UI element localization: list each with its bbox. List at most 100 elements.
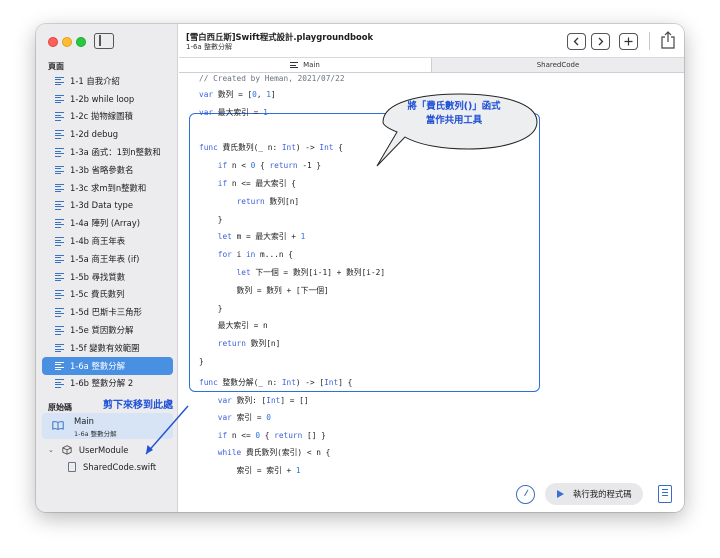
code-line[interactable]: return 數列[n] [199, 195, 300, 209]
lines-icon [55, 254, 64, 264]
module-cube-icon [62, 445, 72, 455]
page-subtitle: 1-6a 整數分解 [186, 43, 232, 51]
add-button[interactable] [619, 33, 638, 50]
sidebar-page-label: 1-2c 拋物線圖積 [70, 111, 133, 122]
sidebar-page-item[interactable]: 1-5f 變數有效範圍 [42, 339, 173, 357]
code-line[interactable]: } [199, 302, 223, 316]
code-line[interactable]: 最大索引 = n [199, 319, 268, 333]
code-line[interactable]: var 索引 = 0 [199, 411, 271, 425]
code-line[interactable]: var 數列: [Int] = [] [199, 394, 309, 408]
sidebar: 頁面 1-1 自我介紹 1-2b while loop 1-2c 拋物線圖積 1-2d… [36, 24, 178, 512]
sidebar-page-item[interactable]: 1-3b 省略參數名 [42, 161, 173, 179]
sidebar-page-item[interactable]: 1-4b 商王年表 [42, 232, 173, 250]
code-line[interactable]: 數列 = 數列 + [下一個] [199, 284, 329, 298]
shared-code-file-item[interactable]: SharedCode.swift [68, 459, 156, 475]
code-line[interactable]: return 數列[n] [199, 337, 281, 351]
source-main-subtitle: 1-6a 整數分解 [74, 430, 117, 438]
chevron-down-icon[interactable]: ⌄ [48, 446, 54, 454]
sidebar-page-item[interactable]: 1-5a 商王年表 (if) [42, 250, 173, 268]
sidebar-page-item[interactable]: 1-3d Data type [42, 197, 173, 215]
code-line[interactable]: func 費氏數列(_ n: Int) -> Int { [199, 141, 343, 155]
lines-icon [55, 290, 64, 299]
sidebar-page-item[interactable]: 1-4a 陣列 (Array) [42, 214, 173, 232]
close-window-button[interactable] [48, 37, 58, 47]
play-icon [557, 490, 564, 498]
code-line[interactable]: } [199, 213, 223, 227]
lines-icon [55, 94, 64, 104]
sidebar-toggle-icon[interactable] [94, 33, 114, 49]
code-line[interactable]: if n < 0 { return -1 } [199, 159, 321, 173]
bubble-line-2: 當作共用工具 [425, 115, 483, 126]
tab-shared-code[interactable]: SharedCode [432, 58, 684, 72]
code-line[interactable]: // Created by Heman, 2021/07/22 [199, 74, 345, 86]
sidebar-page-item[interactable]: 1-5c 費氏數列 [42, 286, 173, 304]
back-button[interactable] [567, 33, 586, 50]
chevron-right-icon [598, 37, 604, 46]
sidebar-page-item[interactable]: 1-2b while loop [42, 90, 173, 108]
sidebar-page-label: 1-3d Data type [70, 200, 134, 211]
user-module-item[interactable]: ⌄ UserModule [48, 442, 128, 458]
bubble-line-1: 將「費氏數列()」函式 [407, 101, 501, 112]
lines-icon [55, 201, 64, 210]
sidebar-page-item[interactable]: 1-2c 拋物線圖積 [42, 108, 173, 126]
lines-icon [55, 219, 64, 228]
zoom-window-button[interactable] [76, 37, 86, 47]
code-line[interactable]: } [199, 355, 204, 369]
lines-icon [55, 237, 64, 246]
share-icon[interactable] [660, 31, 676, 49]
sidebar-page-item[interactable]: 1-5d 巴斯卡三角形 [42, 303, 173, 321]
code-line[interactable]: let 下一個 = 數列[i-1] + 數列[i-2] [199, 266, 385, 280]
code-line[interactable]: let m = 最大索引 + 1 [199, 230, 306, 244]
toolbar-divider [649, 32, 650, 50]
page-list: 1-1 自我介紹 1-2b while loop 1-2c 拋物線圖積 1-2d de… [42, 72, 173, 392]
sidebar-page-label: 1-6a 整數分解 [70, 360, 125, 371]
document-icon[interactable] [658, 485, 672, 503]
code-line[interactable]: var 最大索引 = 1 [199, 106, 268, 120]
sidebar-page-item[interactable]: 1-2d debug [42, 125, 173, 143]
lines-icon [55, 379, 64, 388]
shared-code-file-label: SharedCode.swift [83, 462, 157, 472]
sidebar-page-item[interactable]: 1-5b 尋找質數 [42, 268, 173, 286]
sidebar-page-item[interactable]: 1-3c 求m到n整數和 [42, 179, 173, 197]
sidebar-page-item[interactable]: 1-6a 整數分解 [42, 356, 173, 375]
chevron-left-icon [573, 37, 579, 46]
sidebar-page-label: 1-1 自我介紹 [70, 75, 120, 86]
tab-main[interactable]: Main [179, 58, 432, 72]
sidebar-page-item[interactable]: 1-6b 整數分解 2 [42, 375, 173, 393]
source-main-title: Main [74, 416, 94, 426]
lines-icon [55, 361, 64, 371]
speed-gauge-icon[interactable] [516, 485, 535, 504]
code-line[interactable]: while 費氏數列(索引) < n { [199, 446, 331, 460]
code-line[interactable]: if n <= 最大索引 { [199, 177, 296, 191]
lines-icon [55, 165, 64, 175]
code-line[interactable]: var 數列 = [0, 1] [199, 88, 276, 102]
tab-shared-code-label: SharedCode [536, 61, 580, 69]
lines-icon [55, 130, 64, 139]
lines-icon [55, 112, 64, 121]
lines-icon [55, 272, 64, 282]
lines-icon [55, 326, 64, 335]
sidebar-page-label: 1-4b 商王年表 [70, 236, 126, 247]
code-line[interactable]: for i in m...n { [199, 248, 293, 262]
code-line[interactable]: 索引 = 索引 + 1 [199, 464, 301, 478]
code-line[interactable]: func 整數分解(_ n: Int) -> [Int] { [199, 376, 352, 390]
run-my-code-label: 執行我的程式碼 [573, 489, 632, 499]
sidebar-page-item[interactable]: 1-5e 質因數分解 [42, 321, 173, 339]
sidebar-page-label: 1-5a 商王年表 (if) [70, 253, 140, 264]
code-line[interactable]: if n <= 0 { return [] } [199, 429, 326, 443]
pages-section-label: 頁面 [48, 62, 64, 71]
forward-button[interactable] [591, 33, 610, 50]
lines-icon [55, 343, 64, 353]
sidebar-page-label: 1-2d debug [70, 129, 119, 140]
run-my-code-button[interactable]: 執行我的程式碼 [545, 483, 643, 505]
source-main-item[interactable]: Main 1-6a 整數分解 [42, 413, 173, 439]
minimize-window-button[interactable] [62, 37, 72, 47]
sidebar-page-item[interactable]: 1-3a 函式：1到n整數和 [42, 143, 173, 161]
tab-main-label: Main [303, 61, 320, 69]
sidebar-page-item[interactable]: 1-1 自我介紹 [42, 72, 173, 90]
speech-bubble-text: 將「費氏數列()」函式 當作共用工具 [385, 100, 523, 128]
main-area: [雪白西丘斯]Swift程式設計.playgroundbook 1-6a 整數分… [179, 24, 684, 512]
source-section-label: 原始碼 [48, 403, 72, 412]
cut-move-annotation: 剪下來移到此處 [103, 400, 173, 411]
lines-icon [55, 148, 64, 157]
